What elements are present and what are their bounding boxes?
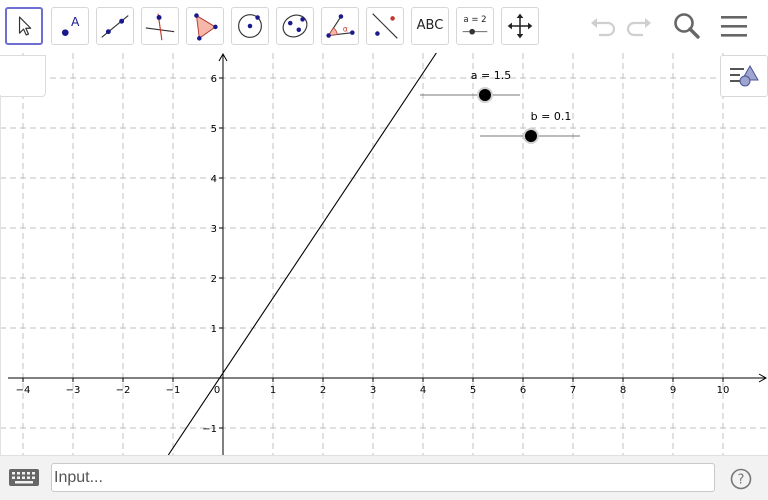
slider-tool-button[interactable]: a = 2 xyxy=(456,7,494,45)
algebra-panel-handle[interactable] xyxy=(0,55,46,97)
keyboard-icon xyxy=(9,469,39,486)
keyboard-button[interactable] xyxy=(4,464,44,491)
slider-tool-label: a = 2 xyxy=(463,15,486,25)
function-line[interactable] xyxy=(167,53,437,455)
x-tick-label: 3 xyxy=(370,385,376,396)
style-bar-icon xyxy=(730,64,759,87)
polygon-tool-button[interactable] xyxy=(186,7,224,45)
search-icon xyxy=(674,13,700,39)
x-tick-label: 2 xyxy=(320,385,326,396)
slider-b-label: b = 0.1 xyxy=(531,110,572,123)
search-button[interactable] xyxy=(670,9,704,43)
slider-a-label: a = 1.5 xyxy=(471,69,511,82)
y-tick-label: 6 xyxy=(211,74,217,85)
graphics-view[interactable]: −4 −3 −2 −1 0 1 2 3 4 5 6 7 8 9 10 −1 1 2 3 4 5 6 a = 1.5 b = … xyxy=(0,53,768,455)
perpendicular-line-icon xyxy=(145,13,175,41)
main-menu-button[interactable] xyxy=(717,9,751,43)
x-tick-label: −4 xyxy=(16,385,31,396)
text-tool-button[interactable]: ABC xyxy=(411,7,449,45)
x-tick-label: 0 xyxy=(214,385,220,396)
toolbar: A α ABC a = 2 xyxy=(0,0,768,53)
circle-tool-button[interactable] xyxy=(231,7,269,45)
ellipse-icon xyxy=(282,14,308,38)
angle-tool-label: α xyxy=(343,25,348,34)
y-tick-label: 5 xyxy=(211,124,217,135)
y-tick-label: 4 xyxy=(211,174,217,185)
ellipse-tool-button[interactable] xyxy=(276,7,314,45)
help-button[interactable]: ? xyxy=(730,468,752,490)
redo-icon xyxy=(626,18,651,37)
x-tick-label: 7 xyxy=(570,385,576,396)
x-tick-label: 8 xyxy=(620,385,626,396)
input-bar: ? xyxy=(0,455,768,500)
circle-center-point-icon xyxy=(238,14,262,38)
undo-icon xyxy=(591,18,616,37)
line-through-points-icon xyxy=(101,15,129,38)
slider-a-knob[interactable] xyxy=(479,89,491,101)
point-tool-button[interactable]: A xyxy=(51,7,89,45)
text-icon: ABC xyxy=(416,18,444,33)
coordinate-plane[interactable]: −4 −3 −2 −1 0 1 2 3 4 5 6 7 8 9 10 −1 1 2 3 4 5 6 a = 1.5 b = … xyxy=(0,53,768,455)
slider-b-knob[interactable] xyxy=(525,130,537,142)
angle-icon: α xyxy=(326,14,355,38)
y-tick-label: 2 xyxy=(211,274,217,285)
style-bar-toggle-button[interactable] xyxy=(720,55,768,97)
perpendicular-tool-button[interactable] xyxy=(141,7,179,45)
x-tick-label: 6 xyxy=(520,385,526,396)
cursor-arrow-icon xyxy=(18,16,32,36)
point-tool-label: A xyxy=(71,15,80,29)
y-tick-label: 1 xyxy=(211,324,217,335)
slider-a[interactable]: a = 1.5 xyxy=(420,69,520,103)
algebra-input-field[interactable] xyxy=(51,463,715,492)
slider-icon: a = 2 xyxy=(462,15,488,35)
angle-tool-button[interactable]: α xyxy=(321,7,359,45)
x-tick-label: 9 xyxy=(670,385,676,396)
x-tick-label: −1 xyxy=(166,385,181,396)
line-tool-button[interactable] xyxy=(96,7,134,45)
reflect-tool-button[interactable] xyxy=(366,7,404,45)
svg-text:?: ? xyxy=(738,473,745,488)
x-tick-label: 5 xyxy=(470,385,476,396)
menu-icon xyxy=(721,16,747,37)
move-tool-button[interactable] xyxy=(5,7,43,45)
x-tick-label: 4 xyxy=(420,385,426,396)
move-graphics-tool-button[interactable] xyxy=(501,7,539,45)
sliders: a = 1.5 b = 0.1 xyxy=(420,69,580,144)
help-icon: ? xyxy=(730,468,752,490)
algebra-panel-edge xyxy=(0,95,1,455)
point-icon: A xyxy=(61,15,80,36)
x-tick-label: −3 xyxy=(66,385,81,396)
x-tick-label: 10 xyxy=(717,385,730,396)
x-tick-label: −2 xyxy=(116,385,131,396)
x-tick-label: 1 xyxy=(270,385,276,396)
y-tick-label: 3 xyxy=(211,224,217,235)
reflect-about-line-icon xyxy=(372,13,398,39)
slider-b[interactable]: b = 0.1 xyxy=(480,110,580,144)
move-graphics-view-icon xyxy=(507,13,533,39)
y-tick-label: −1 xyxy=(202,424,217,435)
undo-button[interactable] xyxy=(586,9,620,43)
polygon-icon xyxy=(194,13,218,41)
redo-button[interactable] xyxy=(622,9,656,43)
